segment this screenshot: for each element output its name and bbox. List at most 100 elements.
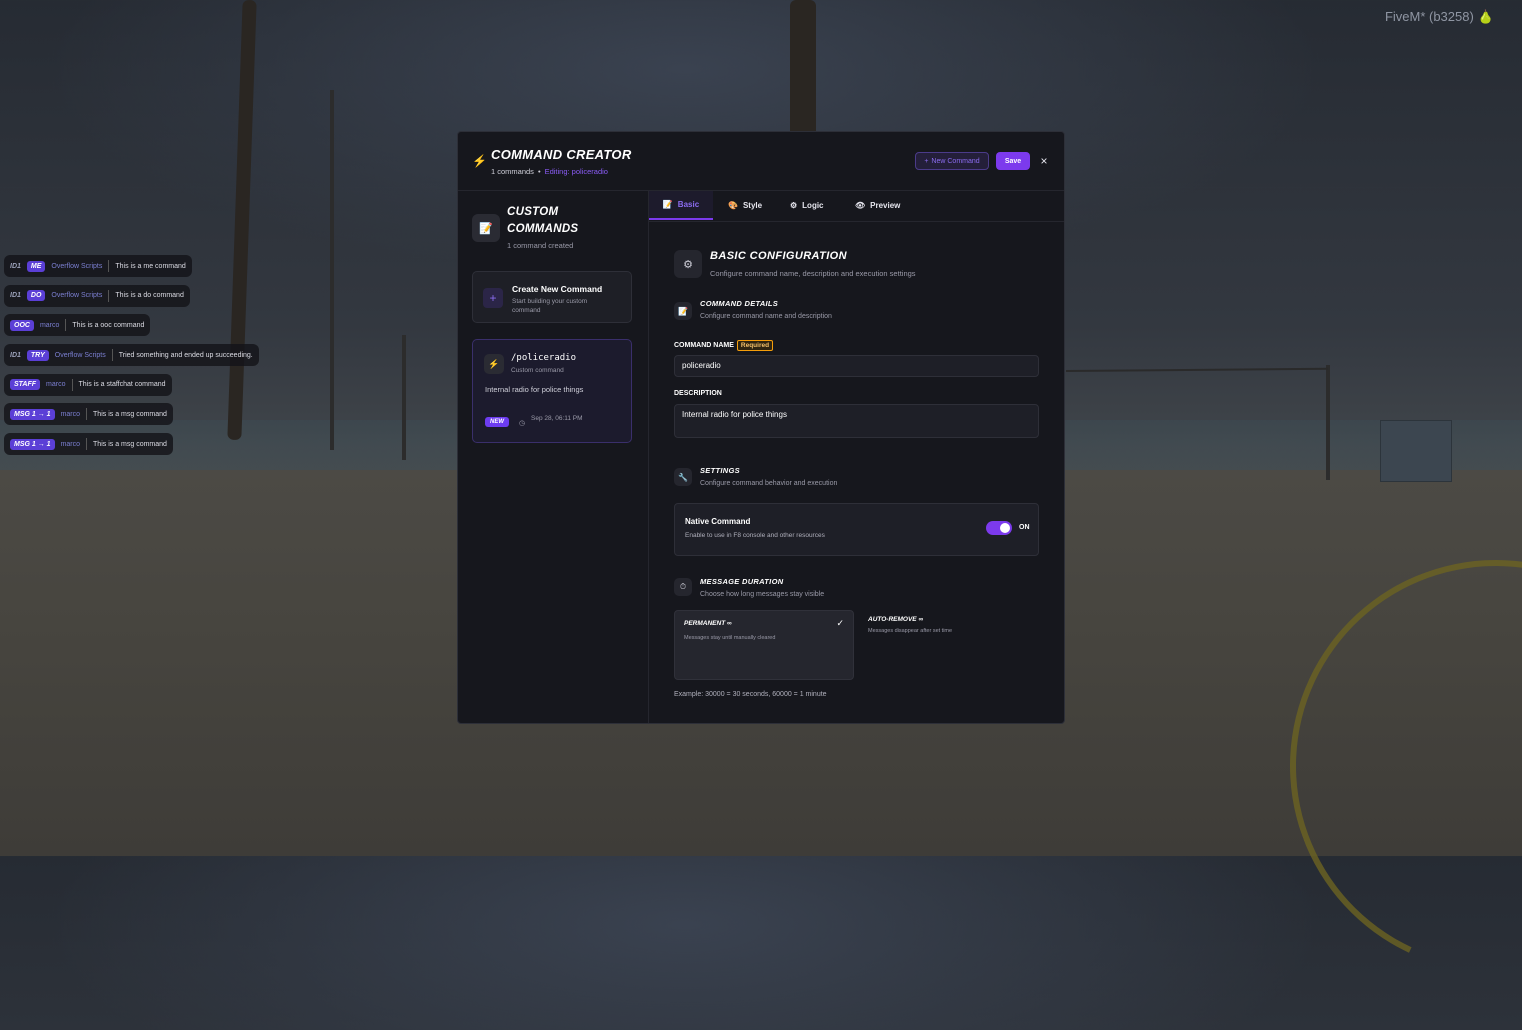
native-command-title: Native Command (685, 517, 751, 526)
tab-style[interactable]: 🎨 Style (728, 191, 762, 220)
native-command-toggle[interactable] (986, 521, 1012, 535)
new-badge: NEW (485, 417, 509, 427)
native-command-setting: Native Command Enable to use in F8 conso… (674, 503, 1039, 556)
chat-separator (86, 438, 88, 451)
command-name-label: COMMAND NAME Required (674, 340, 774, 351)
settings-subtitle: Configure command behavior and execution (700, 480, 838, 487)
bolt-icon: ⚡ (484, 354, 504, 374)
chat-text: This is a msg command (93, 410, 167, 418)
tab-logic[interactable]: ⚙ Logic (790, 191, 824, 220)
gear-icon: ⚙ (674, 250, 702, 278)
sidebar-title-line1: CUSTOM (507, 206, 559, 218)
modal-subtitle: 1 commands • Editing: policeradio (491, 167, 608, 176)
create-subtitle: Start building your custom command (512, 298, 588, 314)
chat-tag: OOC (10, 319, 34, 331)
details-subtitle: Configure command name and description (700, 313, 832, 320)
command-creator-modal: ⚡ COMMAND CREATOR 1 commands • Editing: po… (457, 131, 1065, 724)
chat-separator (71, 378, 73, 391)
chat-separator (65, 319, 67, 332)
command-description: Internal radio for police things (485, 385, 584, 394)
chat-message: STAFF marco This is a staffchat command (4, 373, 172, 396)
chat-message: OOC marco This is a ooc command (4, 314, 151, 337)
auto-remove-option[interactable]: AUTO-REMOVE ∞ Messages disappear after s… (859, 610, 1039, 680)
chat-tag: STAFF (10, 379, 41, 391)
command-list-item[interactable]: ⚡ /policeradio Custom command Internal r… (472, 339, 632, 443)
command-name-field[interactable]: policeradio (674, 355, 1039, 377)
chat-message: MSG 1 → 1 marco This is a msg command (4, 403, 173, 426)
description-field[interactable]: Internal radio for police things (674, 404, 1039, 438)
plus-icon: + (924, 157, 929, 165)
save-button[interactable]: Save (996, 152, 1030, 170)
tab-label: Style (742, 201, 763, 210)
tab-basic[interactable]: 📝 Basic (649, 191, 713, 220)
chat-message: ID1 TRY Overflow Scripts Tried something an… (4, 344, 259, 367)
plus-icon: + (483, 288, 503, 308)
chat-text: Tried something and ended up succeeding. (118, 351, 253, 359)
chat-author: marco (39, 321, 60, 329)
chat-separator (111, 349, 113, 362)
label-text: COMMAND NAME (674, 342, 734, 349)
chat-author: marco (46, 381, 66, 389)
chat-separator (108, 260, 110, 272)
chat-text: This is a ooc command (72, 321, 145, 329)
chat-message: MSG 1 → 1 marco This is a msg command (4, 433, 173, 456)
command-date: Sep 28, 06:11 PM (531, 415, 583, 422)
background-lifeguard-tower (1380, 420, 1452, 482)
create-title: Create New Command (512, 284, 603, 294)
background-wire (1065, 367, 1328, 372)
commands-sidebar: 📝 CUSTOM COMMANDS 1 command created + Cre… (458, 191, 649, 723)
sidebar-count: 1 command created (507, 241, 574, 250)
chat-message: ID1 ME Overflow Scripts This is a me comman… (4, 255, 192, 277)
option-title: PERMANENT ∞ (684, 620, 732, 627)
tab-label: Basic (677, 200, 700, 209)
basic-panel: ⚙ BASIC CONFIGURATION Configure command … (649, 222, 1064, 723)
check-icon: ✓ (836, 618, 844, 628)
clock-icon: ◷ (519, 420, 526, 427)
close-icon[interactable]: × (1036, 152, 1052, 170)
details-title: COMMAND DETAILS (700, 299, 779, 308)
new-command-button[interactable]: + New Command (915, 152, 989, 170)
modal-title: COMMAND CREATOR (491, 147, 632, 162)
separator: • (537, 167, 541, 176)
tab-bar: 📝 Basic 🎨 Style ⚙ Logic 👁 Preview (649, 191, 1064, 222)
description-label: DESCRIPTION (674, 390, 722, 397)
chat-author: marco (60, 410, 81, 418)
chat-tag: MSG 1 → 1 (10, 438, 55, 450)
toggle-state: ON (1019, 524, 1030, 531)
command-name: /policeradio (511, 353, 577, 363)
new-command-label: New Command (931, 157, 980, 165)
tab-preview[interactable]: 👁 Preview (855, 191, 900, 220)
chat-text: This is a staffchat command (78, 381, 166, 389)
gear-icon: ⚙ (790, 201, 798, 210)
bolt-icon: ⚡ (472, 154, 487, 168)
sidebar-title: CUSTOM COMMANDS (507, 204, 578, 238)
background-lamppost (330, 90, 334, 450)
background-pole (1326, 365, 1330, 480)
section-title: BASIC CONFIGURATION (710, 250, 847, 262)
chat-tag: TRY (26, 349, 49, 361)
permanent-option[interactable]: PERMANENT ∞ Messages stay until manually… (674, 610, 854, 680)
duration-subtitle: Choose how long messages stay visible (700, 591, 825, 598)
chat-id: ID1 (10, 351, 21, 359)
chat-text: This is a do command (115, 292, 184, 300)
chat-text: This is a msg command (93, 440, 167, 448)
wrench-icon: 🔧 (674, 468, 692, 486)
command-type: Custom command (511, 367, 564, 374)
duration-title: MESSAGE DURATION (700, 577, 784, 586)
background-palm (790, 0, 816, 140)
chat-tag: DO (26, 290, 46, 302)
eye-icon: 👁 (855, 201, 866, 210)
toggle-knob (1000, 523, 1010, 533)
leaf-icon: 🍐 (1477, 9, 1494, 24)
background-pole (402, 335, 406, 460)
document-icon: 📝 (472, 214, 500, 242)
chat-id: ID1 (10, 292, 21, 300)
tab-label: Preview (870, 201, 901, 210)
modal-header: ⚡ COMMAND CREATOR 1 commands • Editing: po… (458, 132, 1064, 191)
create-new-command-card[interactable]: + Create New Command Start building your… (472, 271, 632, 323)
chat-author: marco (60, 440, 81, 448)
required-badge: Required (736, 340, 774, 351)
settings-title: SETTINGS (700, 466, 740, 475)
chat-tag: ME (26, 260, 46, 272)
chat-text: This is a me command (115, 262, 186, 270)
